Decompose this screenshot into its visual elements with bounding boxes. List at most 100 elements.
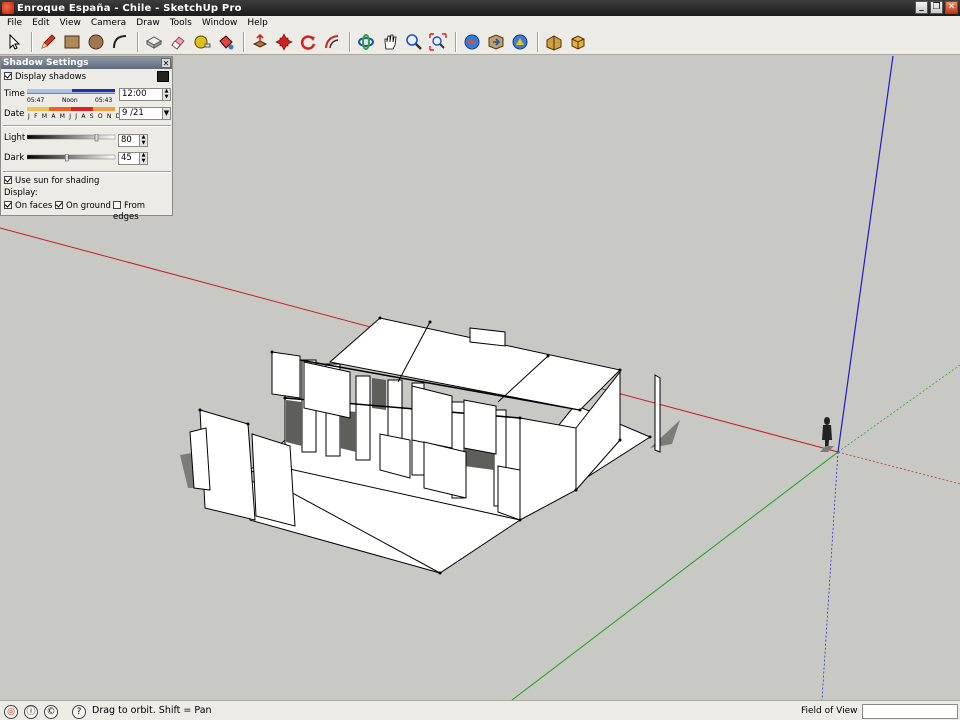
use-sun-row[interactable]: Use sun for shading: [4, 176, 99, 187]
dark-value: 45: [121, 153, 132, 163]
time-slider-track[interactable]: [27, 89, 115, 97]
date-dropdown-icon[interactable]: ▼: [162, 108, 170, 119]
light-label: Light: [4, 133, 26, 143]
menu-window[interactable]: Window: [197, 16, 243, 30]
on-faces-label: On faces: [15, 201, 53, 211]
toolbar-separator: [243, 32, 245, 52]
light-value: 80: [121, 135, 132, 145]
zoom-extents-icon[interactable]: [427, 31, 449, 53]
time-spin-arrows[interactable]: ▲ ▼: [162, 88, 170, 100]
arc-icon[interactable]: [109, 31, 131, 53]
dark-slider[interactable]: [27, 154, 117, 162]
restore-button[interactable]: ❐: [930, 1, 943, 14]
light-slider[interactable]: [27, 134, 117, 142]
freestanding-post: [654, 374, 661, 453]
display-shadows-checkbox[interactable]: [4, 72, 12, 80]
details-toggle-button[interactable]: [157, 71, 169, 82]
move-icon[interactable]: [273, 31, 295, 53]
window-title: Enroque España - Chile - SketchUp Pro: [17, 2, 242, 14]
measurements-label: Field of View: [801, 706, 858, 716]
geo-location-icon[interactable]: ◎: [4, 705, 18, 719]
rectangle-icon[interactable]: [61, 31, 83, 53]
pencil-icon[interactable]: [37, 31, 59, 53]
from-edges-checkbox[interactable]: [113, 201, 121, 209]
time-input[interactable]: 12:00 ▲ ▼: [119, 88, 171, 101]
date-input[interactable]: 9 /21 ▼: [119, 107, 171, 120]
menu-tools[interactable]: Tools: [165, 16, 197, 30]
share-model-icon[interactable]: [485, 31, 507, 53]
dark-spin-arrows[interactable]: ▲ ▼: [139, 152, 147, 164]
credits-icon[interactable]: ⓘ: [24, 705, 38, 719]
menu-bar: File Edit View Camera Draw Tools Window …: [0, 16, 960, 30]
menu-view[interactable]: View: [55, 16, 86, 30]
freestanding-wall-3: [251, 433, 296, 527]
toolbar-separator: [31, 32, 33, 52]
menu-draw[interactable]: Draw: [131, 16, 165, 30]
zoom-icon[interactable]: [403, 31, 425, 53]
toolbar-separator: [349, 32, 351, 52]
toolbar-separator: [537, 32, 539, 52]
main-toolbar: [0, 30, 960, 55]
get-models-icon[interactable]: [461, 31, 483, 53]
on-ground-label: On ground: [66, 201, 111, 211]
time-start-label: 05:47: [27, 97, 45, 104]
sketchup-logo-icon: [2, 2, 14, 14]
freestanding-wall-2: [189, 427, 211, 491]
house-side-wall: [519, 417, 577, 521]
window-controls: _ ❐ ✕: [915, 1, 958, 14]
on-ground-checkbox[interactable]: [55, 201, 63, 209]
select-icon[interactable]: [3, 31, 25, 53]
shadow-settings-dialog: Shadow Settings ✕ Display shadows Time 0…: [0, 56, 173, 222]
extension-warehouse-icon[interactable]: [543, 31, 565, 53]
red-axis-dotted: [837, 451, 960, 485]
tape-measure-icon[interactable]: [191, 31, 213, 53]
status-hint: Drag to orbit. Shift = Pan: [92, 705, 212, 716]
rotate-icon[interactable]: [297, 31, 319, 53]
menu-file[interactable]: File: [2, 16, 27, 30]
menu-help[interactable]: Help: [242, 16, 273, 30]
dark-slider-thumb: [65, 154, 69, 162]
sketchup-window: Enroque España - Chile - SketchUp Pro _ …: [0, 0, 960, 720]
divider: [3, 171, 171, 173]
orbit-icon[interactable]: [355, 31, 377, 53]
light-spin-arrows[interactable]: ▲ ▼: [139, 134, 147, 146]
from-edges-row[interactable]: From edges: [113, 201, 172, 223]
paint-bucket-icon[interactable]: [215, 31, 237, 53]
layout-icon[interactable]: [567, 31, 589, 53]
make-component-icon[interactable]: [143, 31, 165, 53]
on-faces-checkbox[interactable]: [4, 201, 12, 209]
pan-icon[interactable]: [379, 31, 401, 53]
blue-axis-line: [837, 56, 894, 453]
on-ground-row[interactable]: On ground: [55, 201, 111, 212]
light-input[interactable]: 80 ▲ ▼: [118, 134, 148, 147]
menu-edit[interactable]: Edit: [27, 16, 54, 30]
display-shadows-row[interactable]: Display shadows: [4, 72, 86, 83]
title-bar: Enroque España - Chile - SketchUp Pro _ …: [0, 0, 960, 16]
month-labels: J F M A M J J A S O N D: [28, 113, 122, 120]
date-label: Date: [4, 109, 25, 119]
minimize-button[interactable]: _: [915, 1, 928, 14]
shadow-settings-title: Shadow Settings: [3, 58, 89, 68]
user-icon[interactable]: ©: [44, 705, 58, 719]
toolbar-separator: [137, 32, 139, 52]
circle-icon[interactable]: [85, 31, 107, 53]
menu-camera[interactable]: Camera: [86, 16, 131, 30]
offset-icon[interactable]: [321, 31, 343, 53]
close-button[interactable]: ✕: [945, 1, 958, 14]
measurements-input[interactable]: [862, 704, 958, 719]
use-sun-checkbox[interactable]: [4, 176, 12, 184]
eraser-icon[interactable]: [167, 31, 189, 53]
divider: [3, 125, 171, 127]
on-faces-row[interactable]: On faces: [4, 201, 52, 212]
instructor-help-icon[interactable]: ?: [72, 705, 86, 719]
use-sun-label: Use sun for shading: [15, 176, 100, 186]
blue-axis-dotted: [821, 451, 839, 700]
time-value: 12:00: [122, 89, 147, 99]
light-slider-thumb: [94, 134, 99, 142]
push-pull-icon[interactable]: [249, 31, 271, 53]
dark-label: Dark: [4, 153, 25, 163]
shadow-settings-close-button[interactable]: ✕: [161, 58, 171, 68]
share-component-icon[interactable]: [509, 31, 531, 53]
time-label: Time: [4, 89, 25, 99]
dark-input[interactable]: 45 ▲ ▼: [118, 152, 148, 165]
